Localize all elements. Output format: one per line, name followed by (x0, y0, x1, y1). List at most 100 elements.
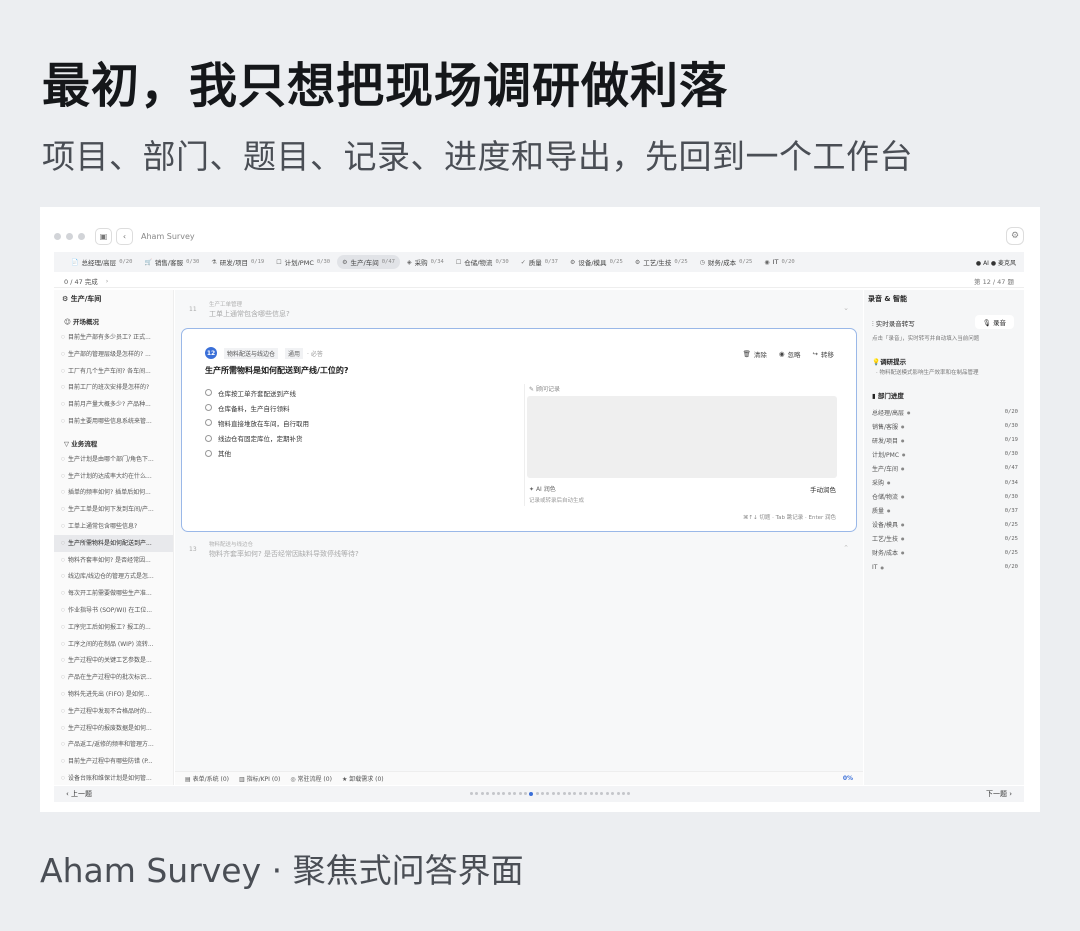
sidebar-question-item[interactable]: 目前工厂的班次安排是怎样的? (54, 379, 173, 396)
pager-dot[interactable] (605, 792, 609, 795)
sidebar-question-item[interactable]: 每次开工前需要做哪些生产准... (54, 585, 173, 602)
next-question[interactable]: 13 物料配送与线边仓 物料齐套率如何? 是否经常因缺料导致停线等待? ⌃ (175, 536, 863, 566)
next-question-button[interactable]: 下一题 › (986, 789, 1012, 799)
ignore-button[interactable]: ◉ 忽略 (779, 349, 801, 359)
pager-dot[interactable] (523, 792, 527, 795)
sidebar-question-item[interactable]: 物料齐套率如何? 是否经常因... (54, 552, 173, 569)
tab-8[interactable]: ⚙ 设备/模具 0/25 (565, 255, 628, 269)
sidebar-question-item[interactable]: 生产所需物料是如何配送到产... (54, 534, 173, 552)
tab-0[interactable]: 📄 总经理/高层 0/20 (66, 255, 137, 269)
pager-dot[interactable] (578, 792, 582, 795)
sidebar-question-item[interactable]: 目前主要用哪些信息系统来管... (54, 413, 173, 430)
window-zoom-dot[interactable] (78, 232, 85, 240)
pager-dot[interactable] (502, 792, 506, 795)
pager-dot[interactable] (616, 792, 620, 795)
pager-dot[interactable] (573, 792, 577, 795)
record-button[interactable]: 🎙 录音 (974, 315, 1014, 329)
pager-dot[interactable] (568, 792, 572, 795)
pager-dot[interactable] (557, 792, 561, 795)
sidebar-question-item[interactable]: 工厂有几个生产车间? 各车间... (54, 363, 173, 380)
pager-dot[interactable] (589, 792, 593, 795)
answer-option[interactable]: 其他 (205, 446, 309, 461)
transfer-button[interactable]: ↪ 转移 (813, 349, 834, 359)
sidebar-question-item[interactable]: 目前月产量大概多少? 产品种... (54, 396, 173, 413)
previous-question[interactable]: 11 生产工单管理 工单上通常包含哪些信息? ⌄ (175, 292, 863, 322)
sidebar-question-item[interactable]: 插单的频率如何? 插单后如何... (54, 484, 173, 501)
pager-dot[interactable] (475, 792, 479, 795)
sidebar-question-item[interactable]: 工序完工后如何报工? 报工的... (54, 619, 173, 636)
radio-button[interactable] (205, 419, 212, 427)
pager-dot[interactable] (562, 792, 566, 795)
answer-option[interactable]: 仓库按工单齐套配送到产线 (205, 385, 309, 400)
window-minimize-dot[interactable] (66, 232, 73, 240)
sidebar-question-item[interactable]: 生产计划是由哪个部门/角色下... (54, 451, 173, 468)
pager-dot[interactable] (611, 792, 615, 795)
notes-textarea[interactable] (527, 396, 837, 478)
pager-dot[interactable] (584, 792, 588, 795)
pager-dot[interactable] (470, 792, 473, 795)
ai-mic-status[interactable]: ● AI ● 麦克风 (976, 258, 1024, 267)
pager-dot[interactable] (546, 792, 550, 795)
pager-dot[interactable] (480, 792, 484, 795)
answer-option[interactable]: 物料直接堆放在车间，自行取用 (205, 415, 309, 430)
tab-3[interactable]: ☐ 计划/PMC 0/30 (271, 255, 335, 269)
tab-5[interactable]: ◈ 采购 0/34 (402, 255, 449, 269)
pager-dot[interactable] (513, 792, 517, 795)
sidebar-question-item[interactable]: 生产部的管理层级是怎样的? ... (54, 346, 173, 363)
sidebar-question-item[interactable]: 物料先进先出 (FIFO) 是如何... (54, 686, 173, 703)
pager-dot[interactable] (535, 792, 539, 795)
sidebar-question-item[interactable]: 产品在生产过程中的批次标识... (54, 669, 173, 686)
ai-polish-button[interactable]: ✦ AI 润色 (529, 484, 556, 493)
sidebar-question-item[interactable]: 生产过程中发现不合格品时的... (54, 703, 173, 720)
kpi-button[interactable]: ▥ 指标/KPI (0) (239, 774, 280, 783)
sidebar-question-item[interactable]: 设备台账和维保计划是如何管... (54, 770, 173, 785)
sidebar-question-item[interactable]: 生产过程中的关键工艺参数是... (54, 652, 173, 669)
sidebar-question-item[interactable]: 目前生产部有多少员工? 正式... (54, 329, 173, 346)
pager-dot[interactable] (551, 792, 555, 795)
answer-option[interactable]: 仓库备料，生产自行领料 (205, 400, 309, 415)
prev-question-button[interactable]: ‹ 上一题 (66, 789, 92, 799)
tab-1[interactable]: 🛒 销售/客服 0/30 (139, 255, 204, 269)
sidebar-question-item[interactable]: 工序之间的在制品 (WIP) 流转... (54, 636, 173, 653)
pager-dot[interactable] (541, 792, 545, 795)
sidebar-question-item[interactable]: 作业指导书 (SOP/WI) 在工位... (54, 602, 173, 619)
forms-button[interactable]: ▤ 表单/系统 (0) (185, 774, 229, 783)
pager-dot[interactable] (600, 792, 604, 795)
sidebar-question-item[interactable]: 线边库/线边仓的管理方式是怎... (54, 568, 173, 585)
sidebar-question-item[interactable]: 目前生产过程中有哪些防错 (P... (54, 753, 173, 770)
chevron-right-icon[interactable]: › (106, 277, 109, 285)
answer-option[interactable]: 线边仓有固定库位，定期补货 (205, 431, 309, 446)
sidebar-toggle-button[interactable]: ▣ (95, 227, 112, 245)
pager-dot[interactable] (529, 791, 534, 796)
window-close-dot[interactable] (54, 232, 61, 240)
flow-button[interactable]: ◎ 常驻流程 (0) (290, 774, 332, 783)
sidebar-question-item[interactable]: 产品返工/返修的频率和管理方... (54, 736, 173, 753)
needs-button[interactable]: ★ 卸载需求 (0) (342, 774, 384, 783)
pager-dot[interactable] (496, 792, 500, 795)
sidebar-question-item[interactable]: 生产过程中的报废数据是如何... (54, 720, 173, 737)
pager-dot[interactable] (621, 792, 625, 795)
radio-button[interactable] (205, 404, 212, 412)
tab-10[interactable]: ◷ 财务/成本 0/25 (695, 255, 758, 269)
tab-9[interactable]: ⚙ 工艺/生技 0/25 (630, 255, 693, 269)
pager-dot[interactable] (594, 792, 598, 795)
manual-polish-button[interactable]: 手动润色 (810, 484, 836, 494)
pager-dot[interactable] (627, 792, 631, 795)
tab-11[interactable]: ◉ IT 0/20 (759, 256, 799, 268)
pager-dot[interactable] (518, 792, 522, 795)
back-button[interactable]: ‹ (116, 227, 133, 245)
sidebar-question-item[interactable]: 工单上通常包含哪些信息? (54, 518, 173, 535)
radio-button[interactable] (205, 434, 212, 442)
chevron-down-icon[interactable]: ⌄ (843, 304, 849, 312)
pager-dot[interactable] (507, 792, 511, 795)
sidebar-question-item[interactable]: 生产计划的达成率大约在什么... (54, 468, 173, 485)
settings-button[interactable]: ⚙ (1006, 227, 1024, 245)
tab-6[interactable]: ☐ 仓储/物流 0/30 (451, 255, 514, 269)
clear-button[interactable]: 🗑 清除 (743, 349, 767, 359)
radio-button[interactable] (205, 449, 212, 457)
tab-2[interactable]: ⚗ 研发/项目 0/19 (206, 255, 269, 269)
sidebar-question-item[interactable]: 生产工单是如何下发到车间/产... (54, 501, 173, 518)
pager-dot[interactable] (491, 792, 495, 795)
pager-dot[interactable] (486, 792, 490, 795)
tab-7[interactable]: ✓ 质量 0/37 (516, 255, 563, 269)
